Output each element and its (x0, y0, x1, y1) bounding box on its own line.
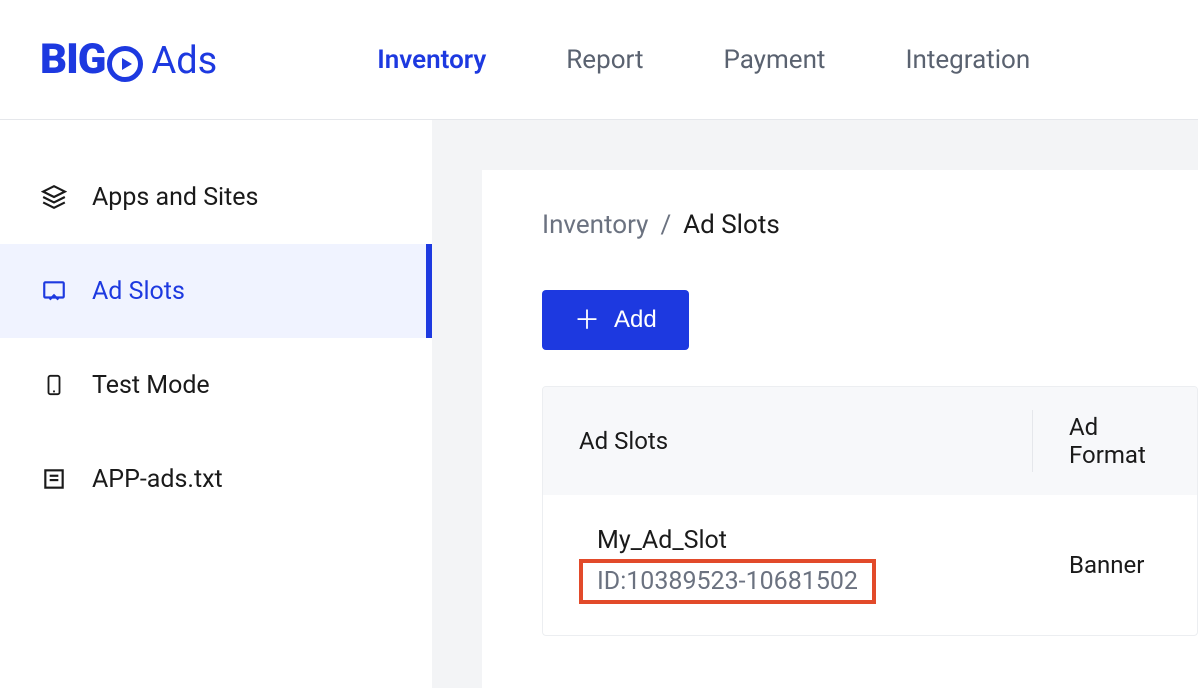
breadcrumb-current: Ad Slots (683, 210, 780, 240)
top-header: BIG Ads Inventory Report Payment Integra… (0, 0, 1198, 120)
layers-icon (40, 183, 68, 211)
ad-slot-icon (40, 277, 68, 305)
logo-text-part2: Ads (151, 39, 217, 83)
sidebar-item-ad-slots[interactable]: Ad Slots (0, 244, 432, 338)
ad-slots-table: Ad Slots Ad Format My_Ad_Slot ID:1038952… (542, 386, 1198, 636)
sidebar-item-label: APP-ads.txt (92, 465, 223, 494)
table-row[interactable]: My_Ad_Slot ID:10389523-10681502 Banner (543, 495, 1197, 635)
sidebar-item-test-mode[interactable]: Test Mode (0, 338, 432, 432)
nav-payment[interactable]: Payment (723, 45, 825, 75)
breadcrumb-separator: / (660, 210, 671, 240)
cell-ad-slot: My_Ad_Slot ID:10389523-10681502 (543, 526, 1033, 604)
table-header-format: Ad Format (1033, 413, 1197, 469)
logo-text-part1: BIG (40, 35, 105, 84)
sidebar-item-label: Ad Slots (92, 277, 185, 306)
phone-icon (40, 371, 68, 399)
sidebar-item-label: Test Mode (92, 371, 210, 400)
logo-brand: BIG (40, 35, 143, 84)
body-layout: Apps and Sites Ad Slots Test Mode APP-ad… (0, 120, 1198, 688)
nav-inventory[interactable]: Inventory (377, 45, 486, 75)
plus-icon: ＋ (574, 307, 600, 333)
add-button[interactable]: ＋ Add (542, 290, 689, 350)
main-area: Inventory / Ad Slots ＋ Add Ad Slots Ad F… (432, 120, 1198, 688)
sidebar-item-label: Apps and Sites (92, 183, 258, 212)
sidebar-item-app-ads-txt[interactable]: APP-ads.txt (0, 432, 432, 526)
sidebar-item-apps-sites[interactable]: Apps and Sites (0, 150, 432, 244)
ad-slot-name: My_Ad_Slot (579, 526, 997, 555)
top-nav: Inventory Report Payment Integration (377, 45, 1030, 75)
nav-report[interactable]: Report (566, 45, 643, 75)
play-circle-icon (107, 46, 143, 82)
ad-slot-id: ID:10389523-10681502 (597, 567, 858, 596)
logo: BIG Ads (40, 35, 217, 84)
ad-slot-id-highlight: ID:10389523-10681502 (579, 559, 876, 604)
add-button-label: Add (614, 306, 657, 334)
nav-integration[interactable]: Integration (905, 45, 1030, 75)
table-header-slots: Ad Slots (543, 410, 1033, 473)
content-panel: Inventory / Ad Slots ＋ Add Ad Slots Ad F… (482, 170, 1198, 688)
table-header: Ad Slots Ad Format (543, 387, 1197, 495)
cell-ad-format: Banner (1033, 551, 1197, 579)
document-icon (40, 465, 68, 493)
sidebar: Apps and Sites Ad Slots Test Mode APP-ad… (0, 120, 432, 688)
breadcrumb: Inventory / Ad Slots (542, 210, 1198, 240)
breadcrumb-parent[interactable]: Inventory (542, 210, 648, 240)
